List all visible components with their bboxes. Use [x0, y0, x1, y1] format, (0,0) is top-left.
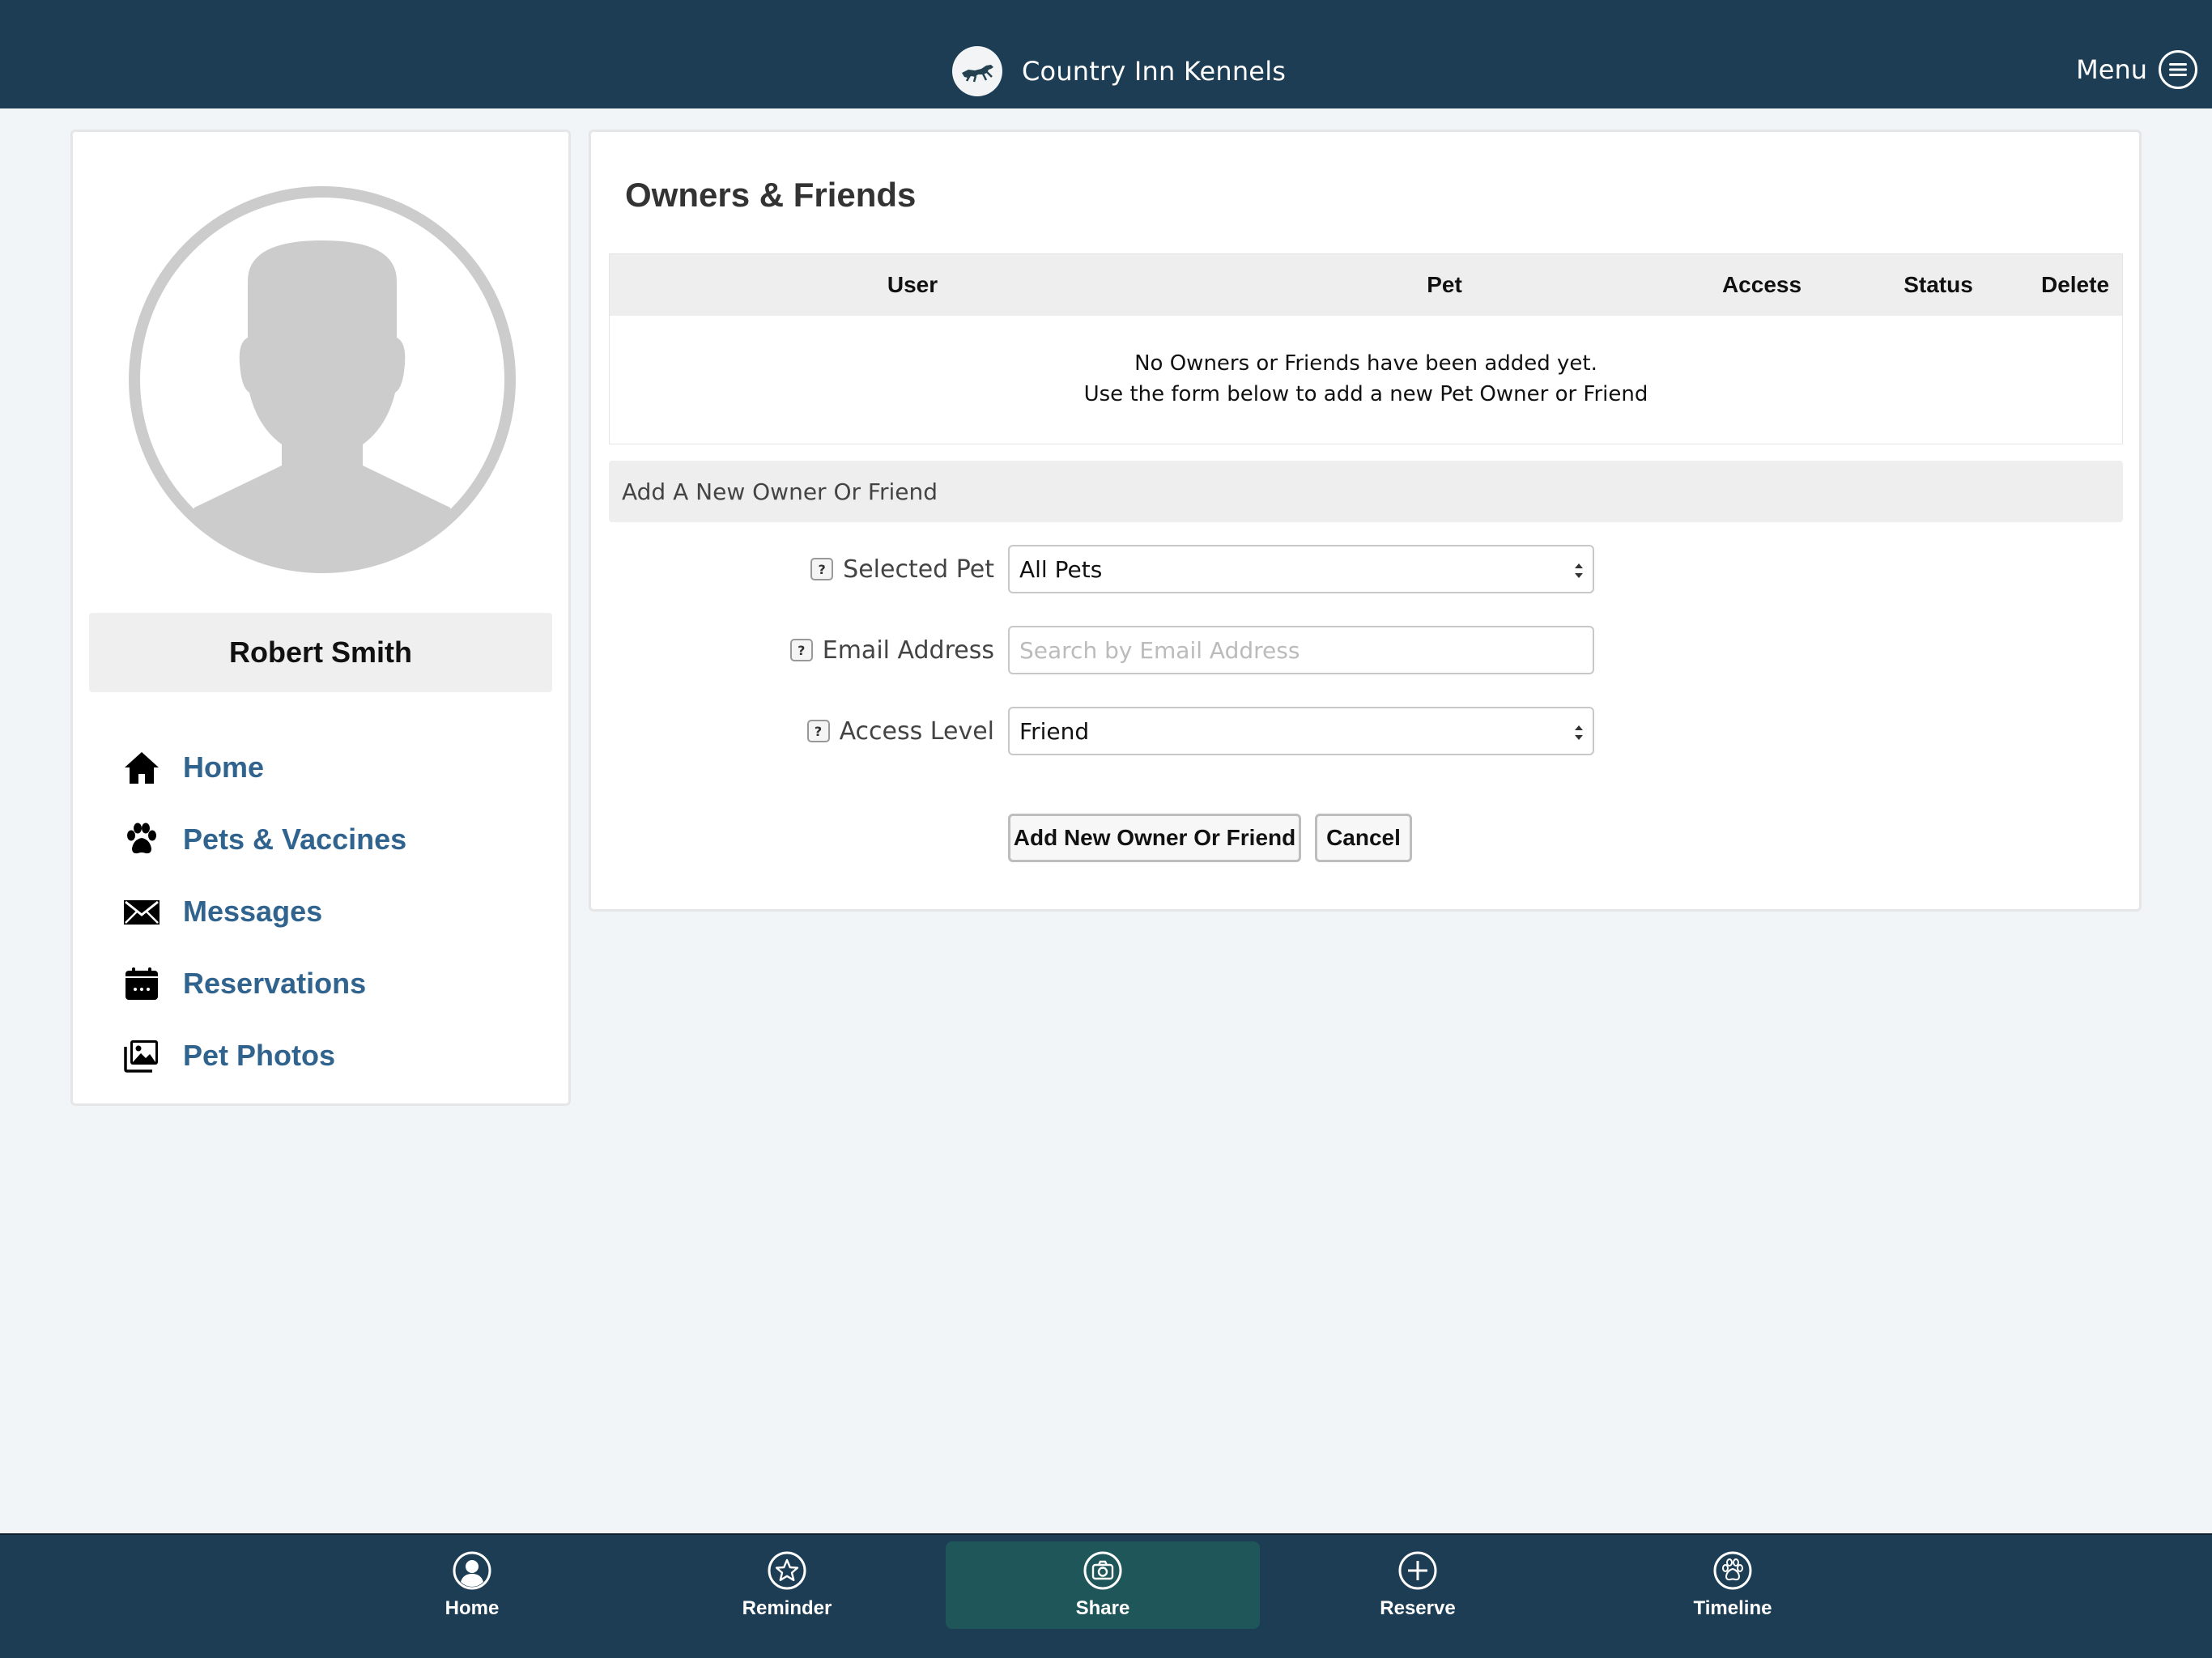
sidebar-item-pets-vaccines[interactable]: Pets & Vaccines — [121, 803, 542, 875]
access-level-value: Friend — [1019, 717, 1090, 745]
sidebar-item-label: Reservations — [183, 966, 367, 1000]
paw-circle-icon — [1713, 1551, 1752, 1590]
tab-label: Home — [445, 1597, 500, 1619]
access-level-row: ? Access Level Friend — [591, 707, 2139, 755]
sidebar-item-label: Home — [183, 750, 265, 784]
sidebar-nav: Home Pets & Vaccines Messages Reservatio… — [121, 731, 542, 1091]
sidebar-item-messages[interactable]: Messages — [121, 875, 542, 947]
access-level-select[interactable]: Friend — [1008, 707, 1594, 755]
email-field[interactable]: Search by Email Address — [1008, 626, 1594, 674]
empty-message-line-1: No Owners or Friends have been added yet… — [1134, 351, 1597, 376]
access-level-label: Access Level — [839, 716, 994, 746]
email-label: Email Address — [822, 636, 994, 665]
top-bar: Country Inn Kennels Menu — [0, 0, 2212, 108]
selected-pet-value: All Pets — [1019, 555, 1103, 583]
brand[interactable]: Country Inn Kennels — [952, 46, 1286, 96]
email-row: ? Email Address Search by Email Address — [591, 626, 2139, 674]
selected-pet-row: ? Selected Pet All Pets — [591, 545, 2139, 593]
selected-pet-label: Selected Pet — [843, 555, 994, 584]
email-label-group: ? Email Address — [789, 626, 994, 674]
paw-icon — [121, 819, 162, 860]
hamburger-icon — [2159, 50, 2197, 89]
home-icon — [121, 747, 162, 788]
sidebar-item-home[interactable]: Home — [121, 731, 542, 803]
tab-reminder[interactable]: Reminder — [630, 1541, 944, 1629]
form-actions: Add New Owner Or Friend Cancel — [591, 814, 2139, 862]
menu-button[interactable]: Menu — [2076, 50, 2197, 89]
tab-timeline[interactable]: Timeline — [1576, 1541, 1890, 1629]
column-header-pet[interactable]: Pet — [1427, 272, 1462, 298]
profile-card: Robert Smith Home Pets & Vaccines Messag… — [70, 130, 571, 1106]
sidebar-item-label: Messages — [183, 894, 323, 928]
tab-home[interactable]: Home — [315, 1541, 629, 1629]
table-header: User Pet Access Status Delete — [610, 254, 2122, 316]
empty-message-line-2: Use the form below to add a new Pet Owne… — [1083, 382, 1648, 406]
tab-label: Reserve — [1380, 1597, 1456, 1619]
help-icon[interactable]: ? — [810, 558, 834, 580]
envelope-icon — [121, 891, 162, 932]
sidebar-item-reservations[interactable]: Reservations — [121, 947, 542, 1019]
tab-label: Reminder — [742, 1597, 832, 1619]
avatar[interactable] — [126, 184, 518, 576]
star-icon — [768, 1551, 806, 1590]
help-icon[interactable]: ? — [806, 720, 830, 742]
plus-circle-icon — [1398, 1551, 1437, 1590]
column-header-user[interactable]: User — [887, 272, 938, 298]
tab-label: Share — [1075, 1597, 1130, 1619]
sidebar-item-label: Pets & Vaccines — [183, 822, 407, 856]
menu-label: Menu — [2076, 54, 2147, 85]
sidebar-item-label: Pet Photos — [183, 1038, 336, 1072]
select-arrows-icon — [1575, 563, 1583, 578]
bottom-tab-bar: Home Reminder Share Reserve Timeline — [0, 1533, 2212, 1658]
tab-reserve[interactable]: Reserve — [1261, 1541, 1575, 1629]
help-icon[interactable]: ? — [789, 639, 813, 661]
email-placeholder: Search by Email Address — [1019, 636, 1300, 664]
kennel-logo-icon — [952, 46, 1002, 96]
photos-icon — [121, 1035, 162, 1076]
column-header-delete[interactable]: Delete — [2041, 272, 2109, 298]
column-header-access[interactable]: Access — [1722, 272, 1802, 298]
owners-table: User Pet Access Status Delete No Owners … — [609, 253, 2123, 444]
table-empty-message: No Owners or Friends have been added yet… — [610, 316, 2122, 410]
selected-pet-label-group: ? Selected Pet — [810, 545, 994, 593]
cancel-button[interactable]: Cancel — [1315, 814, 1412, 862]
owners-friends-card: Owners & Friends User Pet Access Status … — [589, 130, 2142, 912]
tab-share[interactable]: Share — [946, 1541, 1260, 1629]
page-title: Owners & Friends — [625, 176, 917, 214]
calendar-icon — [121, 963, 162, 1004]
user-circle-icon — [453, 1551, 491, 1590]
add-owner-button[interactable]: Add New Owner Or Friend — [1008, 814, 1301, 862]
column-header-status[interactable]: Status — [1904, 272, 1973, 298]
access-label-group: ? Access Level — [806, 707, 994, 755]
selected-pet-select[interactable]: All Pets — [1008, 545, 1594, 593]
select-arrows-icon — [1575, 725, 1583, 740]
app-title: Country Inn Kennels — [1022, 56, 1287, 87]
sidebar-item-pet-photos[interactable]: Pet Photos — [121, 1019, 542, 1091]
add-owner-section-header: Add A New Owner Or Friend — [609, 461, 2123, 522]
tab-label: Timeline — [1693, 1597, 1772, 1619]
camera-icon — [1083, 1551, 1122, 1590]
profile-name: Robert Smith — [89, 613, 552, 692]
